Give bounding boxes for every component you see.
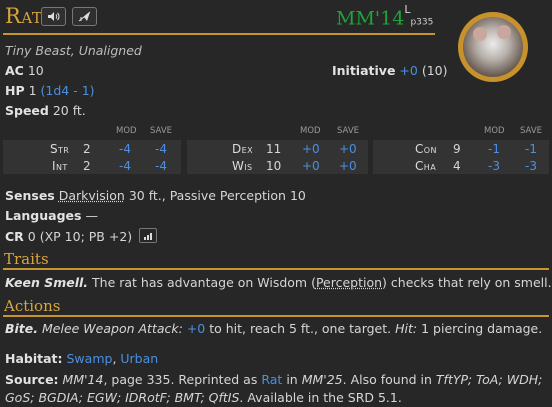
actions-heading: Actions — [4, 297, 61, 315]
languages: Languages — — [5, 208, 98, 223]
action-bite: Bite. Melee Weapon Attack: +0 to hit, re… — [5, 321, 543, 336]
ability-score-cha: 4 — [453, 159, 461, 173]
ability-name-int: Int — [52, 159, 68, 173]
perception-link[interactable]: Perception — [316, 275, 382, 290]
ability-save-int[interactable]: -4 — [155, 159, 167, 173]
ability-mod-con[interactable]: -1 — [488, 142, 500, 156]
save-header: SAVE — [150, 126, 173, 136]
ability-score-int: 2 — [83, 159, 91, 173]
creature-name: RAT — [5, 4, 43, 28]
hit-points: HP 1 (1d4 - 1) — [5, 83, 95, 98]
ability-score-dex: 11 — [266, 142, 282, 156]
trait-keen-smell: Keen Smell. The rat has advantage on Wis… — [5, 275, 552, 290]
ability-save-cha[interactable]: -3 — [525, 159, 537, 173]
ability-name-dex: Dex — [232, 142, 253, 156]
darkvision-link[interactable]: Darkvision — [59, 188, 125, 203]
source-line-2: GoS; BGDIA; EGW; IDRotF; BMT; QftIS. Ava… — [5, 390, 402, 405]
ability-mod-int[interactable]: -4 — [119, 159, 131, 173]
mod-header: MOD — [300, 126, 321, 136]
ability-mod-str[interactable]: -4 — [119, 142, 131, 156]
ability-score-wis: 10 — [266, 159, 282, 173]
mod-header: MOD — [484, 126, 505, 136]
actions-divider — [3, 315, 549, 317]
ability-mod-cha[interactable]: -3 — [488, 159, 500, 173]
ability-score-str: 2 — [83, 142, 91, 156]
habitat-urban-link[interactable]: Urban — [120, 351, 158, 366]
ability-name-con: Con — [415, 142, 437, 156]
traits-heading: Traits — [4, 250, 49, 268]
senses: Senses Darkvision 30 ft., Passive Percep… — [5, 188, 306, 203]
ability-name-str: Str — [50, 142, 70, 156]
ability-mod-dex[interactable]: +0 — [302, 142, 320, 156]
initiative: Initiative +0 (10) — [332, 63, 448, 78]
habitat-swamp-link[interactable]: Swamp — [67, 351, 113, 366]
ability-save-con[interactable]: -1 — [525, 142, 537, 156]
type-line: Tiny Beast, Unaligned — [5, 43, 142, 58]
bite-attack-roll[interactable]: +0 — [187, 321, 205, 336]
rat-image — [463, 17, 523, 77]
rat-token-portrait[interactable] — [458, 12, 528, 82]
reprint-link[interactable]: Rat — [261, 372, 282, 387]
speed: Speed 20 ft. — [5, 103, 86, 118]
save-header: SAVE — [520, 126, 543, 136]
header-divider — [3, 33, 435, 35]
source-line-1: Source: MM'14, page 335. Reprinted as Ra… — [5, 372, 543, 387]
mod-header: MOD — [116, 126, 137, 136]
speak-button[interactable] — [41, 7, 66, 26]
ability-save-wis[interactable]: +0 — [339, 159, 357, 173]
ability-save-str[interactable]: -4 — [155, 142, 167, 156]
ability-name-cha: Cha — [415, 159, 437, 173]
ability-name-wis: Wis — [232, 159, 253, 173]
ability-score-con: 9 — [453, 142, 461, 156]
ability-mod-wis[interactable]: +0 — [302, 159, 320, 173]
cr-chart-button[interactable] — [139, 228, 158, 243]
armor-class: AC 10 — [5, 63, 44, 78]
initiative-roll[interactable]: +0 — [399, 63, 417, 78]
ability-block-con-cha — [373, 140, 549, 174]
send-to-chat-icon — [78, 11, 91, 22]
save-header: SAVE — [337, 126, 360, 136]
traits-divider — [3, 268, 549, 270]
source-citation[interactable]: MM'14Lp335 — [336, 3, 433, 29]
habitat: Habitat: Swamp, Urban — [5, 351, 159, 366]
hp-dice-roll[interactable]: (1d4 - 1) — [41, 83, 95, 98]
ability-save-dex[interactable]: +0 — [339, 142, 357, 156]
send-to-chat-button[interactable] — [72, 7, 97, 26]
speaker-icon — [48, 12, 60, 21]
challenge-rating: CR 0 (XP 10; PB +2) — [5, 228, 158, 244]
